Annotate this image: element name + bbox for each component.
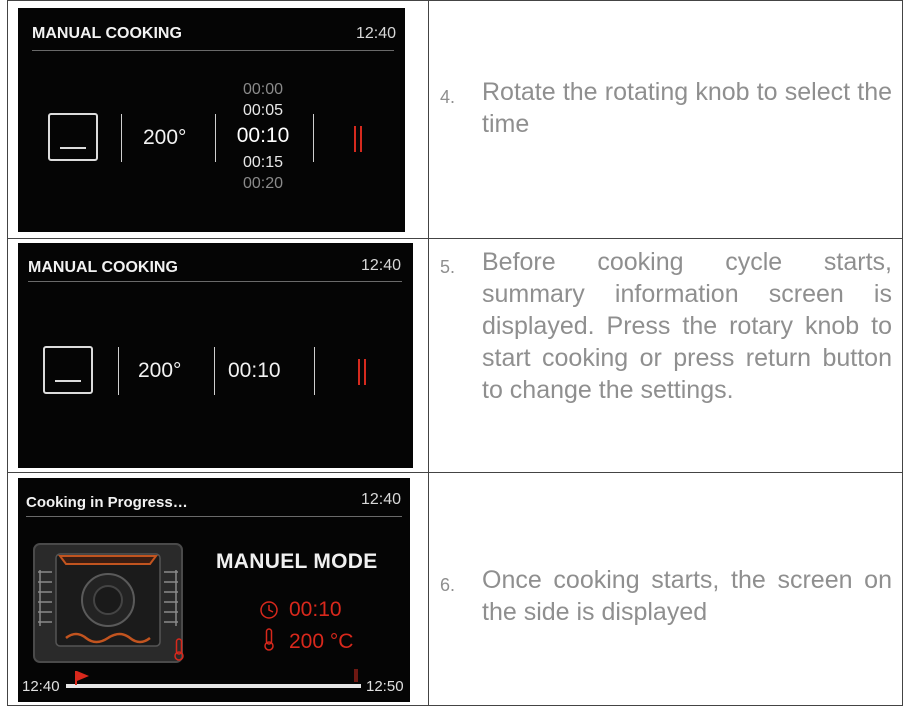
screen-title: MANUAL COOKING [32,25,182,42]
pause-icon[interactable] [353,126,363,152]
step-text: Before cooking cycle starts, summary inf… [482,248,892,404]
clock-icon [260,601,278,619]
table-border-top [7,0,903,1]
oven-function-icon[interactable] [48,113,98,161]
table-column-divider [428,0,429,706]
table-border-bottom [7,705,903,706]
separator [121,114,122,162]
oven-cavity-illustration [33,543,183,663]
progress-end-time: 12:50 [366,678,404,695]
thermometer-icon [264,628,274,651]
temperature-value[interactable]: 200° [143,126,186,150]
table-border-left [7,0,8,706]
table-row-divider [7,238,903,239]
screen-title: Cooking in Progress… [26,494,188,511]
separator [215,114,216,162]
screen-clock: 12:40 [361,491,402,508]
progress-start-time: 12:40 [22,678,60,695]
table-border-right [902,0,903,706]
cooking-temperature: 200 °C [289,630,354,653]
separator [214,347,215,395]
separator [118,347,119,395]
header-divider [28,281,402,282]
screen-clock: 12:40 [361,257,402,274]
header-divider [32,50,394,51]
temperature-value[interactable]: 200° [138,359,181,383]
step-number: 5. [440,257,456,277]
oven-screen-progress: Cooking in Progress… 12:40 MANUEL MODE 0… [18,478,410,702]
screen-title: MANUAL COOKING [28,259,178,276]
header-divider [26,516,402,517]
mode-label: MANUEL MODE [216,550,378,573]
separator [314,347,315,395]
step-number: 6. [440,575,456,595]
table-row-divider [7,472,903,473]
separator [313,114,314,162]
oven-function-icon[interactable] [43,346,93,394]
time-option-prev1[interactable]: 00:05 [228,102,298,120]
progress-track [66,684,361,688]
time-option-next1[interactable]: 00:15 [228,154,298,172]
pause-icon[interactable] [357,359,367,385]
cooking-time: 00:10 [289,598,342,621]
step-text: Rotate the rotating knob to select the t… [482,78,892,138]
oven-screen-time-select: MANUAL COOKING 12:40 200° 00:00 00:05 00… [18,8,405,232]
step-number: 4. [440,87,456,107]
time-option-prev2[interactable]: 00:00 [228,81,298,99]
step-text: Once cooking starts, the screen on the s… [482,566,892,626]
oven-screen-summary: MANUAL COOKING 12:40 200° 00:10 [18,243,413,468]
screen-clock: 12:40 [356,25,397,42]
end-marker-icon [354,669,358,682]
time-value[interactable]: 00:10 [228,359,281,383]
thermometer-icon [174,638,184,661]
time-option-selected[interactable]: 00:10 [228,124,298,148]
time-option-next2[interactable]: 00:20 [228,175,298,193]
progress-flag-icon [76,671,89,681]
